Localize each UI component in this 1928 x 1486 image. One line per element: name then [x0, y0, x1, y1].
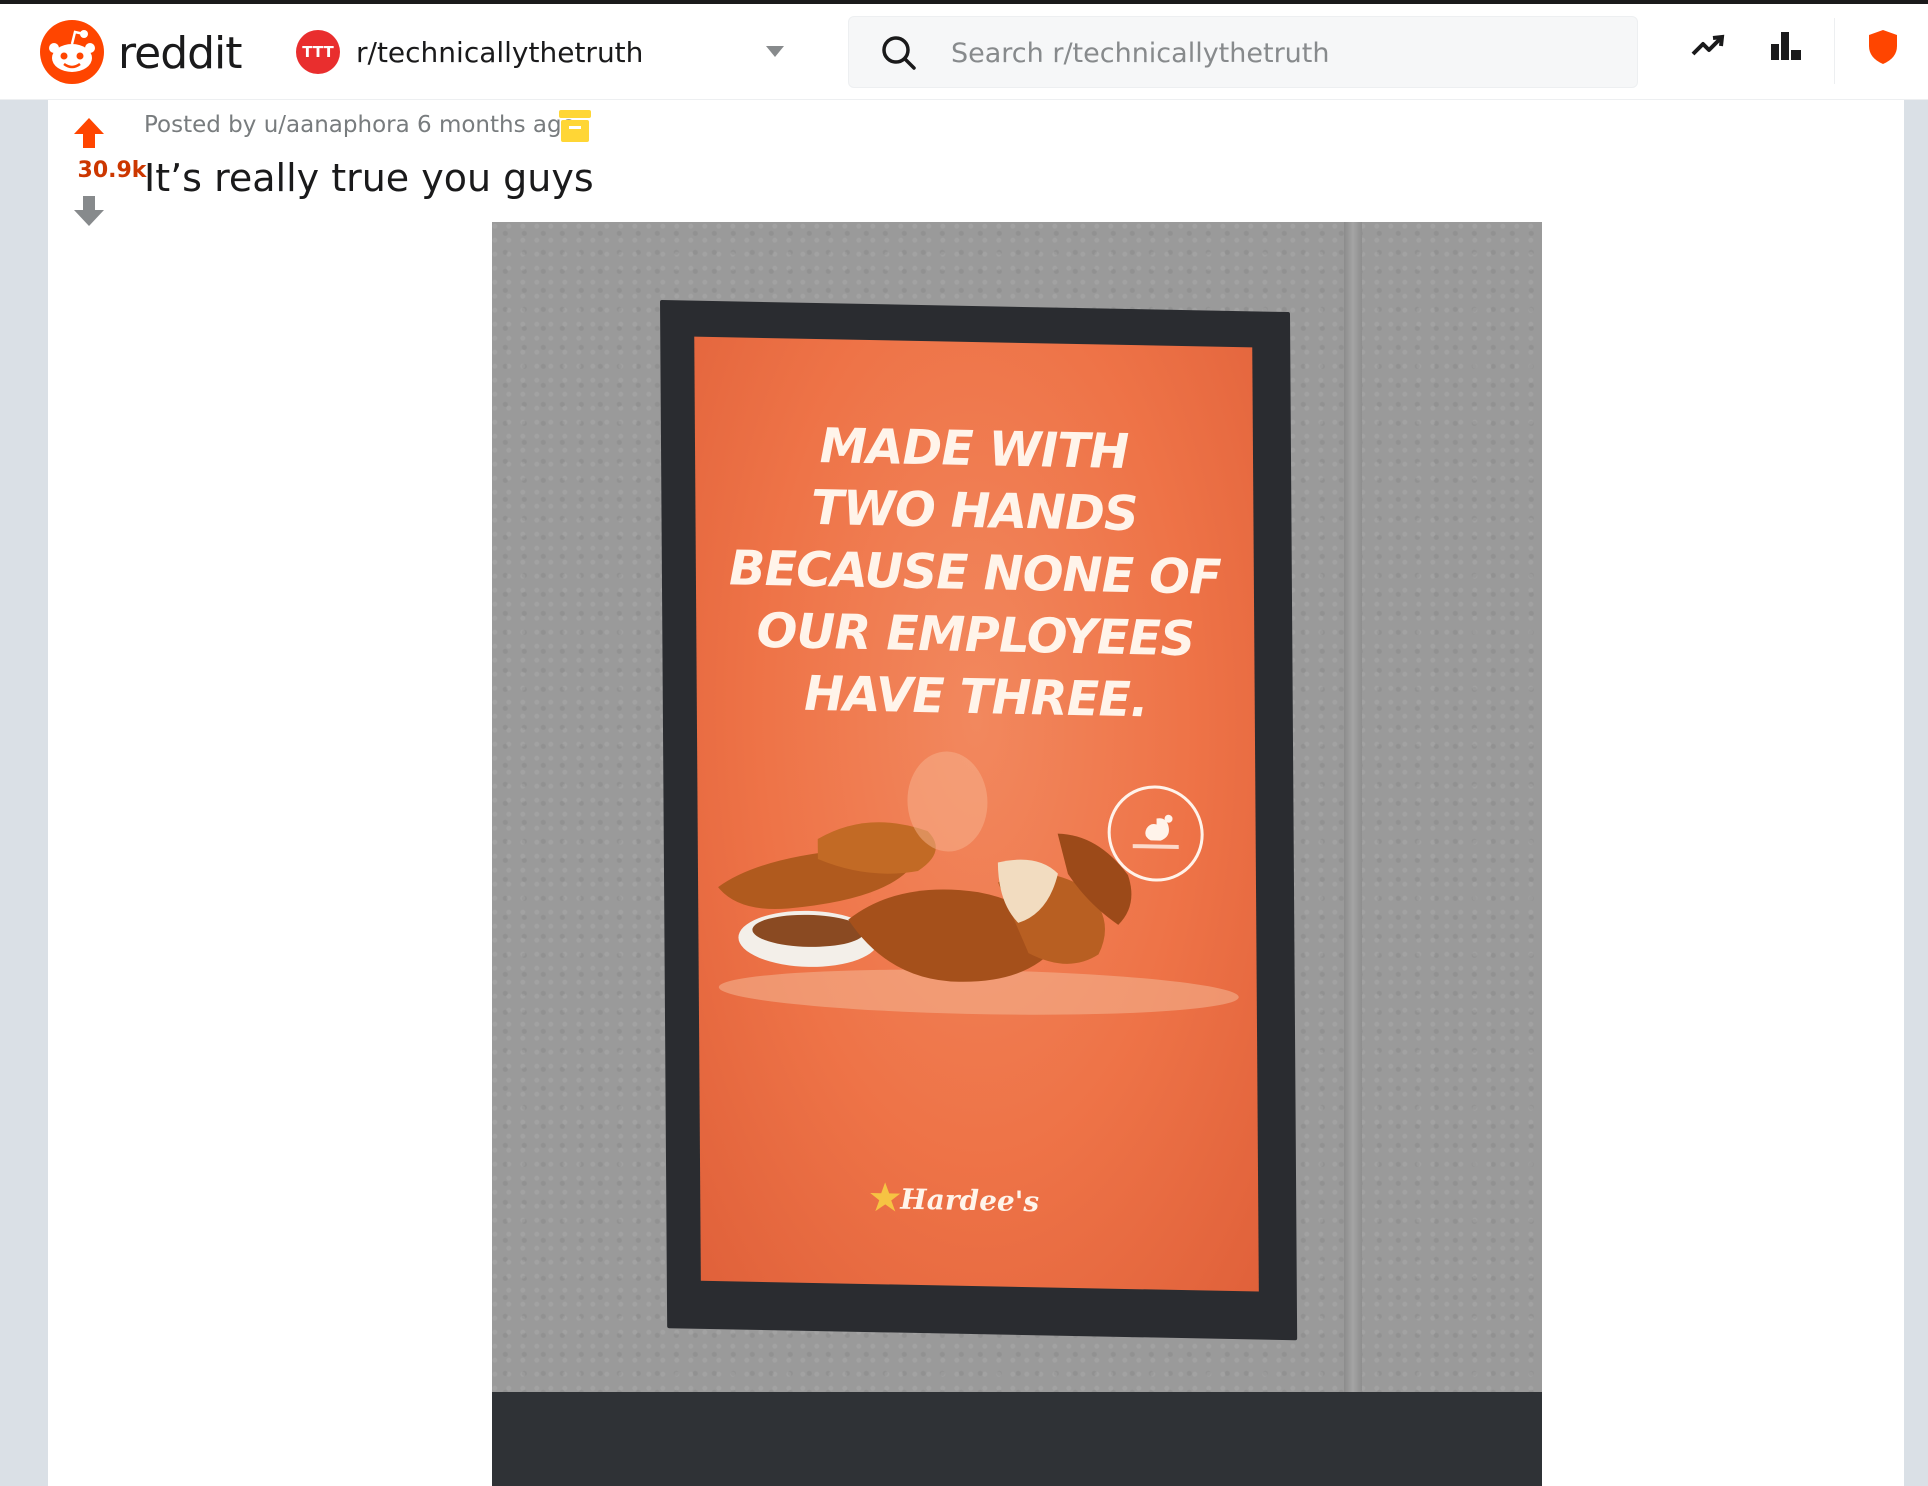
- poster: MADE WITH TWO HANDS BECAUSE NONE OF OUR …: [694, 336, 1259, 1292]
- post-meta[interactable]: Posted by u/aanaphora 6 months ago: [144, 112, 576, 138]
- downvote-arrow-icon[interactable]: [72, 194, 106, 228]
- subreddit-avatar[interactable]: TTT: [296, 30, 340, 74]
- trending-icon[interactable]: [1690, 28, 1726, 64]
- hardees-logo: Hardee's: [900, 1182, 1040, 1219]
- reddit-wordmark[interactable]: reddit: [118, 28, 243, 79]
- page-background-left: [0, 100, 48, 1486]
- post-image[interactable]: MADE WITH TWO HANDS BECAUSE NONE OF OUR …: [492, 222, 1542, 1486]
- reddit-logo-icon[interactable]: [40, 20, 104, 84]
- wall-base: [492, 1392, 1542, 1486]
- upvote-arrow-icon[interactable]: [72, 116, 106, 150]
- window-border: [0, 0, 1928, 4]
- headline-line: MADE WITH: [819, 418, 1129, 481]
- post-card: 30.9k Posted by u/aanaphora 6 months ago…: [48, 100, 1904, 1486]
- leaderboard-icon[interactable]: [1768, 28, 1804, 64]
- search-bar[interactable]: [848, 16, 1638, 89]
- chicken-tenders-illustration: [718, 751, 1239, 1015]
- poster-headline: MADE WITH TWO HANDS BECAUSE NONE OF OUR …: [715, 413, 1235, 733]
- headline-line: BECAUSE NONE OF: [728, 540, 1221, 606]
- chevron-down-icon[interactable]: [766, 46, 784, 57]
- top-navigation-bar: reddit TTT r/technicallythetruth: [0, 0, 1928, 100]
- headline-line: OUR EMPLOYEES: [756, 602, 1195, 668]
- wall-seam: [1344, 222, 1362, 1392]
- page-background-right: [1904, 100, 1928, 1486]
- headline-line: TWO HANDS: [811, 479, 1138, 543]
- search-input[interactable]: [949, 17, 1613, 89]
- header-divider: [1834, 18, 1835, 84]
- hardees-star-icon: [870, 1182, 901, 1212]
- poster-frame: MADE WITH TWO HANDS BECAUSE NONE OF OUR …: [660, 300, 1298, 1341]
- post-title[interactable]: It’s really true you guys: [144, 156, 594, 200]
- subreddit-name[interactable]: r/technicallythetruth: [356, 36, 643, 69]
- headline-line: HAVE THREE.: [803, 665, 1148, 729]
- archive-icon: [559, 110, 591, 142]
- search-icon: [882, 36, 916, 70]
- shield-icon[interactable]: [1866, 28, 1900, 66]
